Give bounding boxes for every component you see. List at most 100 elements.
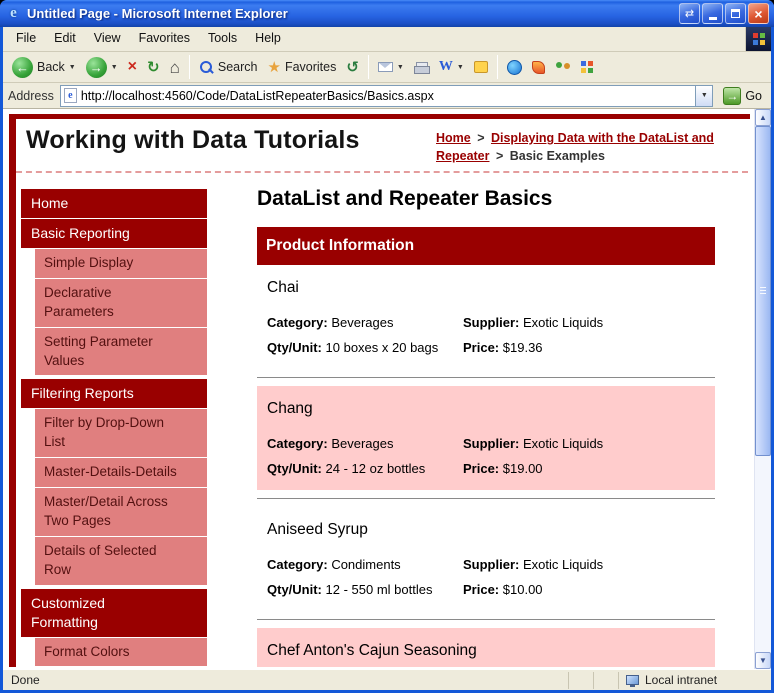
main-content: DataList and Repeater Basics Product Inf… bbox=[257, 173, 715, 667]
forward-icon: → bbox=[85, 56, 107, 78]
toolbar-separator bbox=[496, 55, 498, 79]
edit-button[interactable]: W ▼ bbox=[435, 58, 468, 76]
product-item-aniseed-syrup: Aniseed Syrup Category: Condiments Suppl… bbox=[257, 507, 715, 611]
minimize-icon bbox=[708, 16, 717, 20]
qty-value: 10 boxes x 20 bags bbox=[325, 340, 439, 355]
sidebar-item-master-detail-across-two-pages[interactable]: Master/Detail Across Two Pages bbox=[35, 488, 207, 536]
page-title: DataList and Repeater Basics bbox=[257, 187, 553, 210]
product-separator bbox=[257, 377, 715, 378]
sidebar-item-setting-parameter-values[interactable]: Setting Parameter Values bbox=[35, 327, 207, 376]
media-button[interactable] bbox=[528, 59, 549, 76]
research-button[interactable] bbox=[577, 59, 598, 76]
sidebar-item-basic-reporting[interactable]: Basic Reporting bbox=[21, 219, 207, 248]
sidebar-item-filtering-reports[interactable]: Filtering Reports bbox=[21, 379, 207, 409]
menu-help[interactable]: Help bbox=[246, 27, 290, 51]
toolbar: ← Back ▼ → ▼ × ↻ ⌂ Search ★ Favorites ↺ bbox=[3, 52, 771, 83]
back-button[interactable]: ← Back ▼ bbox=[8, 55, 80, 80]
sidebar-item-declarative-parameters[interactable]: Declarative Parameters bbox=[35, 278, 207, 327]
menu-edit[interactable]: Edit bbox=[45, 27, 85, 51]
qty-value: 24 - 12 oz bottles bbox=[325, 461, 426, 476]
supplier-label: Supplier: bbox=[463, 315, 520, 330]
favorites-button[interactable]: ★ Favorites bbox=[263, 58, 340, 77]
status-panel bbox=[593, 671, 615, 689]
home-button[interactable]: ⌂ bbox=[166, 57, 184, 78]
vertical-scrollbar[interactable]: ▲ ▼ bbox=[754, 109, 771, 669]
refresh-icon: ↻ bbox=[147, 58, 160, 76]
price-label: Price: bbox=[463, 340, 500, 355]
go-label: Go bbox=[745, 88, 762, 103]
sidebar-item-label: Simple Display bbox=[44, 255, 134, 270]
sidebar-item-simple-display[interactable]: Simple Display bbox=[35, 249, 207, 278]
product-list: Chai Category: Beverages Supplier: Exoti… bbox=[257, 265, 715, 667]
minimize-button[interactable] bbox=[702, 3, 723, 24]
go-button[interactable]: → Go bbox=[719, 86, 766, 105]
sidebar-item-format-colors[interactable]: Format Colors bbox=[35, 637, 207, 667]
category-value: Condiments bbox=[331, 557, 401, 572]
edit-dropdown-icon: ▼ bbox=[456, 63, 464, 71]
address-url: http://localhost:4560/Code/DataListRepea… bbox=[80, 88, 434, 103]
forward-button[interactable]: → ▼ bbox=[82, 55, 122, 80]
grid-icon bbox=[580, 60, 594, 74]
qty-label: Qty/Unit: bbox=[267, 461, 322, 476]
scroll-up-button[interactable]: ▲ bbox=[755, 109, 771, 126]
title-bar[interactable]: e Untitled Page - Microsoft Internet Exp… bbox=[0, 0, 774, 27]
status-panel bbox=[568, 671, 590, 689]
messenger-button[interactable] bbox=[551, 58, 575, 76]
breadcrumb-link[interactable]: Home bbox=[436, 131, 471, 145]
msn-button[interactable] bbox=[503, 58, 526, 77]
mail-button[interactable]: ▼ bbox=[374, 60, 408, 74]
product-name: Chang bbox=[267, 400, 313, 417]
scroll-down-button[interactable]: ▼ bbox=[755, 652, 771, 669]
favorites-star-icon: ★ bbox=[267, 58, 281, 76]
sidebar-item-label: Setting Parameter Values bbox=[44, 333, 153, 368]
sidebar-item-label: Master-Details-Details bbox=[44, 464, 177, 480]
history-icon: ↺ bbox=[346, 58, 359, 76]
sidebar-item-home[interactable]: Home bbox=[21, 189, 207, 218]
menu-file[interactable]: File bbox=[7, 27, 45, 51]
security-zone-panel: Local intranet bbox=[618, 671, 768, 689]
sidebar-item-master-details-details[interactable]: Master-Details-Details bbox=[35, 458, 207, 488]
page-icon: e bbox=[63, 88, 77, 103]
address-input[interactable]: e http://localhost:4560/Code/DataListRep… bbox=[59, 84, 714, 107]
search-label: Search bbox=[217, 60, 258, 74]
stop-button[interactable]: × bbox=[124, 57, 141, 77]
history-button[interactable]: ↺ bbox=[342, 58, 363, 77]
discuss-button[interactable] bbox=[470, 59, 492, 75]
browser-window: e Untitled Page - Microsoft Internet Exp… bbox=[0, 0, 774, 693]
sidebar-item-filter-by-drop-down-list[interactable]: Filter by Drop-Down List bbox=[35, 409, 207, 458]
toolbar-separator bbox=[188, 55, 190, 79]
status-text: Done bbox=[11, 673, 40, 687]
toolbar-separator bbox=[367, 55, 369, 79]
site-header: Working with Data Tutorials Home > Displ… bbox=[16, 119, 750, 171]
qty-label: Qty/Unit: bbox=[267, 582, 322, 597]
sidebar-item-label: Home bbox=[31, 195, 69, 211]
scrollbar-thumb[interactable] bbox=[755, 126, 771, 456]
menu-favorites[interactable]: Favorites bbox=[130, 27, 199, 51]
product-name: Chef Anton's Cajun Seasoning bbox=[267, 642, 477, 659]
price-label: Price: bbox=[463, 461, 500, 476]
window-arrows-button[interactable]: ⇄ bbox=[679, 3, 700, 24]
maximize-button[interactable] bbox=[725, 3, 746, 24]
print-button[interactable] bbox=[410, 60, 433, 75]
product-item-chai: Chai Category: Beverages Supplier: Exoti… bbox=[257, 265, 715, 369]
search-button[interactable]: Search bbox=[195, 58, 262, 77]
sidebar-item-label: Details of Selected Row bbox=[44, 542, 157, 577]
menu-tools[interactable]: Tools bbox=[199, 27, 246, 51]
product-separator bbox=[257, 498, 715, 499]
close-button[interactable]: × bbox=[748, 3, 769, 24]
people-icon bbox=[555, 60, 571, 74]
product-info-header: Product Information bbox=[257, 227, 715, 265]
globe-icon bbox=[506, 59, 522, 75]
product-detail-row: Category: Beverages Supplier: Exotic Liq… bbox=[267, 436, 705, 451]
sidebar-item-customized-formatting[interactable]: Customized Formatting bbox=[21, 588, 207, 637]
supplier-value: Exotic Liquids bbox=[522, 315, 604, 330]
price-value: $19.36 bbox=[502, 340, 543, 355]
address-dropdown-button[interactable]: ▼ bbox=[695, 85, 713, 106]
supplier-label: Supplier: bbox=[463, 436, 520, 451]
sidebar-item-label: Customized Formatting bbox=[31, 594, 105, 630]
sidebar-nav: Home Basic Reporting Simple Display Decl… bbox=[21, 189, 207, 667]
menu-view[interactable]: View bbox=[85, 27, 130, 51]
refresh-button[interactable]: ↻ bbox=[143, 58, 164, 77]
menu-bar: File Edit View Favorites Tools Help bbox=[3, 27, 771, 52]
sidebar-item-details-of-selected-row[interactable]: Details of Selected Row bbox=[35, 536, 207, 585]
